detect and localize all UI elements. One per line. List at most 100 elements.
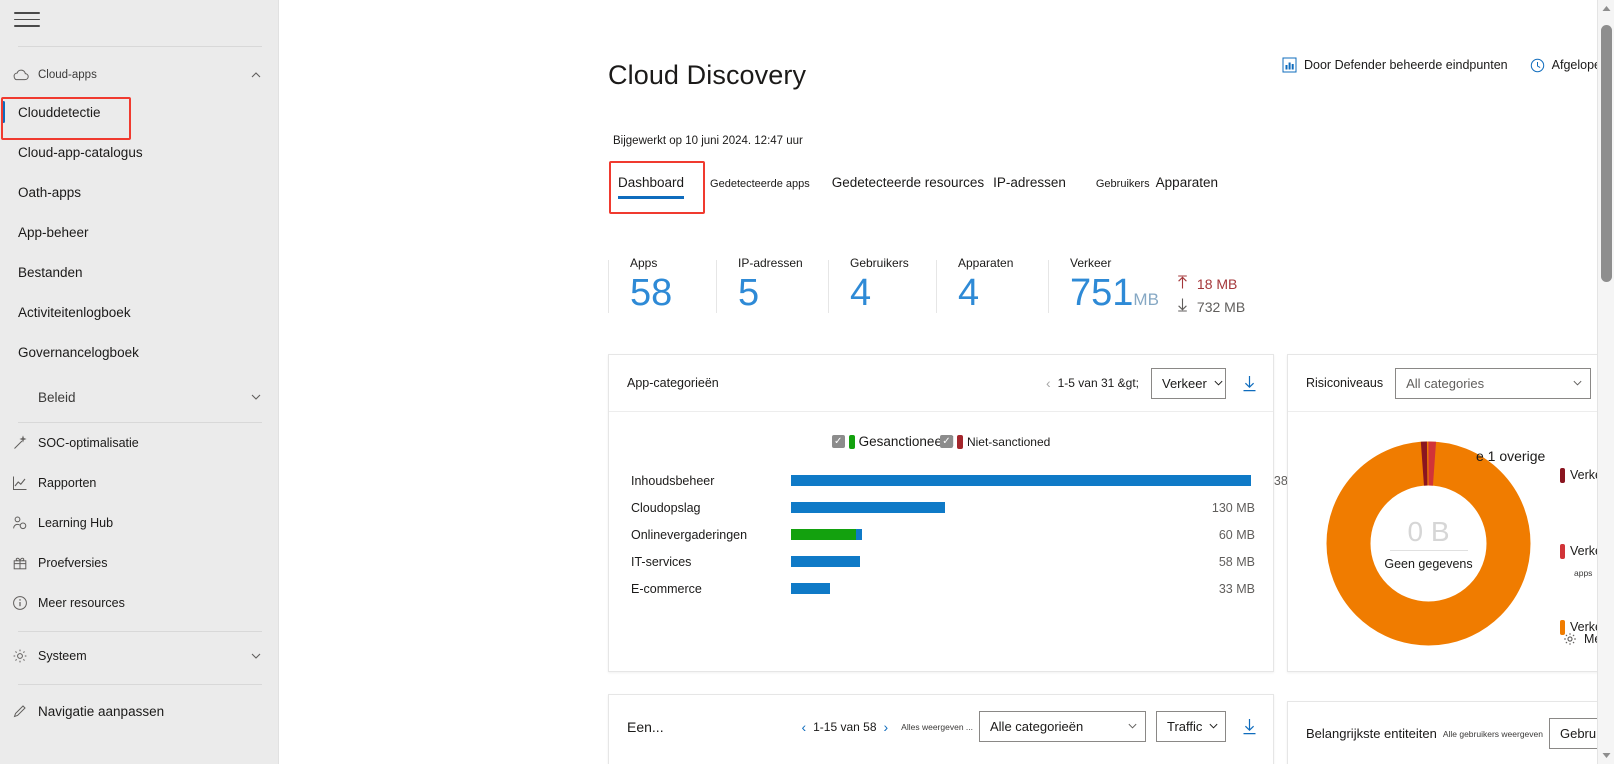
tab-dashboard[interactable]: Dashboard	[618, 175, 685, 199]
bar-category-label: IT-services	[631, 554, 692, 569]
pager-prev-button[interactable]: ‹	[794, 719, 813, 735]
risk-donut-chart: 0 B Geen gegevens	[1326, 441, 1531, 646]
sidebar-item-proefversies[interactable]: Proefversies	[0, 543, 278, 583]
legend-unsanctioned-checkbox[interactable]: ✓	[939, 435, 953, 448]
kpi-number: 4	[958, 272, 980, 314]
discovered-apps-metric-dropdown[interactable]: Traffic	[1156, 711, 1226, 742]
legend-sanctioned[interactable]: ✓ Gesanctioneerd	[831, 434, 954, 449]
menu-icon[interactable]	[14, 12, 40, 30]
bar-category-label: Inhoudsbeheer	[631, 473, 715, 488]
scrollbar-thumb[interactable]	[1601, 25, 1612, 282]
discovered-apps-download-icon[interactable]	[1242, 718, 1257, 735]
top-entities-show-all-label[interactable]: Alle gebruikers weergeven	[1443, 729, 1543, 739]
traffic-upload-value: 18 MB	[1196, 275, 1238, 292]
tab-bar: Dashboard Gedetecteerde apps Gedetecteerde…	[618, 175, 1224, 199]
donut-overige-label: e 1 overige	[1476, 448, 1546, 464]
discovered-apps-category-value: Alle categorieën	[990, 719, 1084, 734]
kpi-label: Apparaten	[958, 256, 1014, 270]
toolbar-defender-endpoints[interactable]: Door Defender beheerde eindpunten	[1282, 57, 1508, 73]
sidebar: Cloud-apps Clouddetectie Cloud-app-catalo…	[0, 0, 279, 764]
person-book-icon	[12, 515, 38, 531]
sidebar-item-clouddetectie[interactable]: Clouddetectie	[0, 92, 278, 132]
kpi-apps: Apps 58	[608, 256, 716, 319]
discovered-apps-show-all-label[interactable]: Alles weergeven ...	[901, 722, 973, 732]
sidebar-item-systeem[interactable]: Systeem	[0, 636, 278, 676]
bar-track	[791, 556, 1189, 567]
traffic-upload: 18 MB	[1177, 275, 1245, 292]
sidebar-item-oath-apps[interactable]: Oath-apps	[0, 172, 278, 212]
sidebar-item-navigatie-aanpassen[interactable]: Navigatie aanpassen	[0, 691, 278, 731]
sidebar-item-learning-hub[interactable]: Learning Hub	[0, 503, 278, 543]
sidebar-item-soc-optimalisatie[interactable]: SOC-optimalisatie	[0, 423, 278, 463]
sidebar-group-beleid[interactable]: Beleid	[0, 380, 278, 414]
sidebar-item-label: Meer resources	[38, 596, 125, 610]
app-categories-download-icon[interactable]	[1242, 375, 1257, 392]
sidebar-item-label: Proefversies	[38, 556, 108, 570]
sidebar-item-label: Bestanden	[18, 264, 83, 280]
pencil-icon	[12, 703, 38, 719]
chevron-down-icon	[1213, 376, 1224, 391]
bar-segment	[791, 529, 856, 540]
bar-value-label: 130 MB	[1211, 500, 1255, 515]
sidebar-item-app-beheer[interactable]: App-beheer	[0, 212, 278, 252]
line-chart-icon	[12, 475, 38, 491]
tab-gedetecteerde-resources[interactable]: Gedetecteerde resources	[832, 175, 984, 199]
info-circle-icon	[12, 595, 38, 611]
tab-ip-adressen[interactable]: IP-adressen	[993, 175, 1066, 199]
discovered-apps-category-dropdown[interactable]: Alle categorieën	[979, 711, 1146, 742]
bar-row: Onlinevergaderingen 60 MB	[631, 521, 1255, 548]
sidebar-item-meer-resources[interactable]: Meer resources	[0, 583, 278, 623]
scroll-up-arrow-icon[interactable]	[1598, 0, 1614, 17]
card-app-categories-header: App-categorieën ‹ 1-5 van 31 &gt; Verkee…	[609, 355, 1273, 412]
kpi-value: 4	[958, 274, 1048, 319]
sidebar-nav-list: Clouddetectie Cloud-app-catalogus Oath-app…	[0, 92, 278, 372]
chevron-down-icon[interactable]	[250, 391, 262, 403]
legend-unsanctioned[interactable]: ✓ Niet-sanctioned	[939, 434, 1051, 449]
sidebar-item-rapporten[interactable]: Rapporten	[0, 463, 278, 503]
donut-center-divider	[1389, 549, 1468, 551]
risk-category-dropdown[interactable]: All categories	[1395, 367, 1592, 399]
chevron-down-icon	[1208, 719, 1219, 734]
card-risk-levels: Risiconiveaus All categories by Traffic	[1287, 354, 1614, 672]
pager-next-button[interactable]: ›	[877, 719, 896, 735]
scroll-down-arrow-icon[interactable]	[1598, 747, 1614, 764]
kpi-number: 5	[738, 272, 760, 314]
bar-track	[791, 583, 1189, 594]
sidebar-group-cloud-apps[interactable]: Cloud-apps	[0, 58, 278, 92]
legend-unsanctioned-label: Niet-sanctioned	[966, 434, 1051, 449]
tab-gebruikers[interactable]: Gebruikers	[1096, 178, 1150, 199]
chevron-up-icon[interactable]	[250, 69, 262, 81]
legend-unsanctioned-swatch	[956, 434, 963, 449]
bar-segment	[791, 583, 830, 594]
app-categories-metric-dropdown[interactable]: Verkeer	[1151, 367, 1226, 399]
traffic-breakdown: 18 MB 732 MB	[1177, 275, 1245, 319]
sidebar-item-label: Governancelogboek	[18, 344, 139, 360]
chevron-down-icon[interactable]	[250, 650, 262, 662]
bar-segment	[791, 556, 860, 567]
sidebar-item-label: Clouddetectie	[18, 104, 101, 120]
kpi-number: 751	[1070, 272, 1134, 314]
sidebar-item-bestanden[interactable]: Bestanden	[0, 252, 278, 292]
bar-value-label: 58 MB	[1218, 554, 1255, 569]
kpi-label: Verkeer	[1070, 256, 1112, 270]
card-discovered-apps-title: Een...	[627, 718, 664, 735]
pager-prev-button[interactable]: ‹	[1039, 375, 1058, 391]
vertical-scrollbar[interactable]	[1597, 0, 1614, 764]
card-discovered-apps-header: Een... ‹ 1-15 van 58 › Alles weergeven .…	[609, 695, 1273, 752]
sidebar-tools-list: SOC-optimalisatie Rapporten Learning Hub Pr…	[0, 423, 278, 623]
sidebar-item-label: Rapporten	[38, 476, 97, 490]
legend-sanctioned-checkbox[interactable]: ✓	[831, 435, 845, 448]
sidebar-item-governancelogboek[interactable]: Governancelogboek	[0, 332, 278, 372]
card-risk-levels-title: Risiconiveaus	[1306, 376, 1384, 390]
tab-apparaten[interactable]: Apparaten	[1156, 175, 1218, 199]
discovered-apps-metric-value: Traffic	[1167, 719, 1203, 734]
app-categories-bar-chart: Inhoudsbeheer389 MB Cloudopslag 130 MB Onli…	[609, 467, 1317, 602]
kpi-apparaten: Apparaten 4	[936, 256, 1048, 319]
sidebar-item-cloud-app-catalogus[interactable]: Cloud-app-catalogus	[0, 132, 278, 172]
sidebar-divider-sys	[18, 631, 262, 632]
sidebar-item-activiteitenlogboek[interactable]: Activiteitenlogboek	[0, 292, 278, 332]
tab-gedetecteerde-apps[interactable]: Gedetecteerde apps	[710, 178, 810, 199]
bar-segment	[791, 502, 945, 513]
risk-legend-swatch	[1560, 468, 1565, 483]
tab-label: IP-adressen	[993, 175, 1066, 190]
